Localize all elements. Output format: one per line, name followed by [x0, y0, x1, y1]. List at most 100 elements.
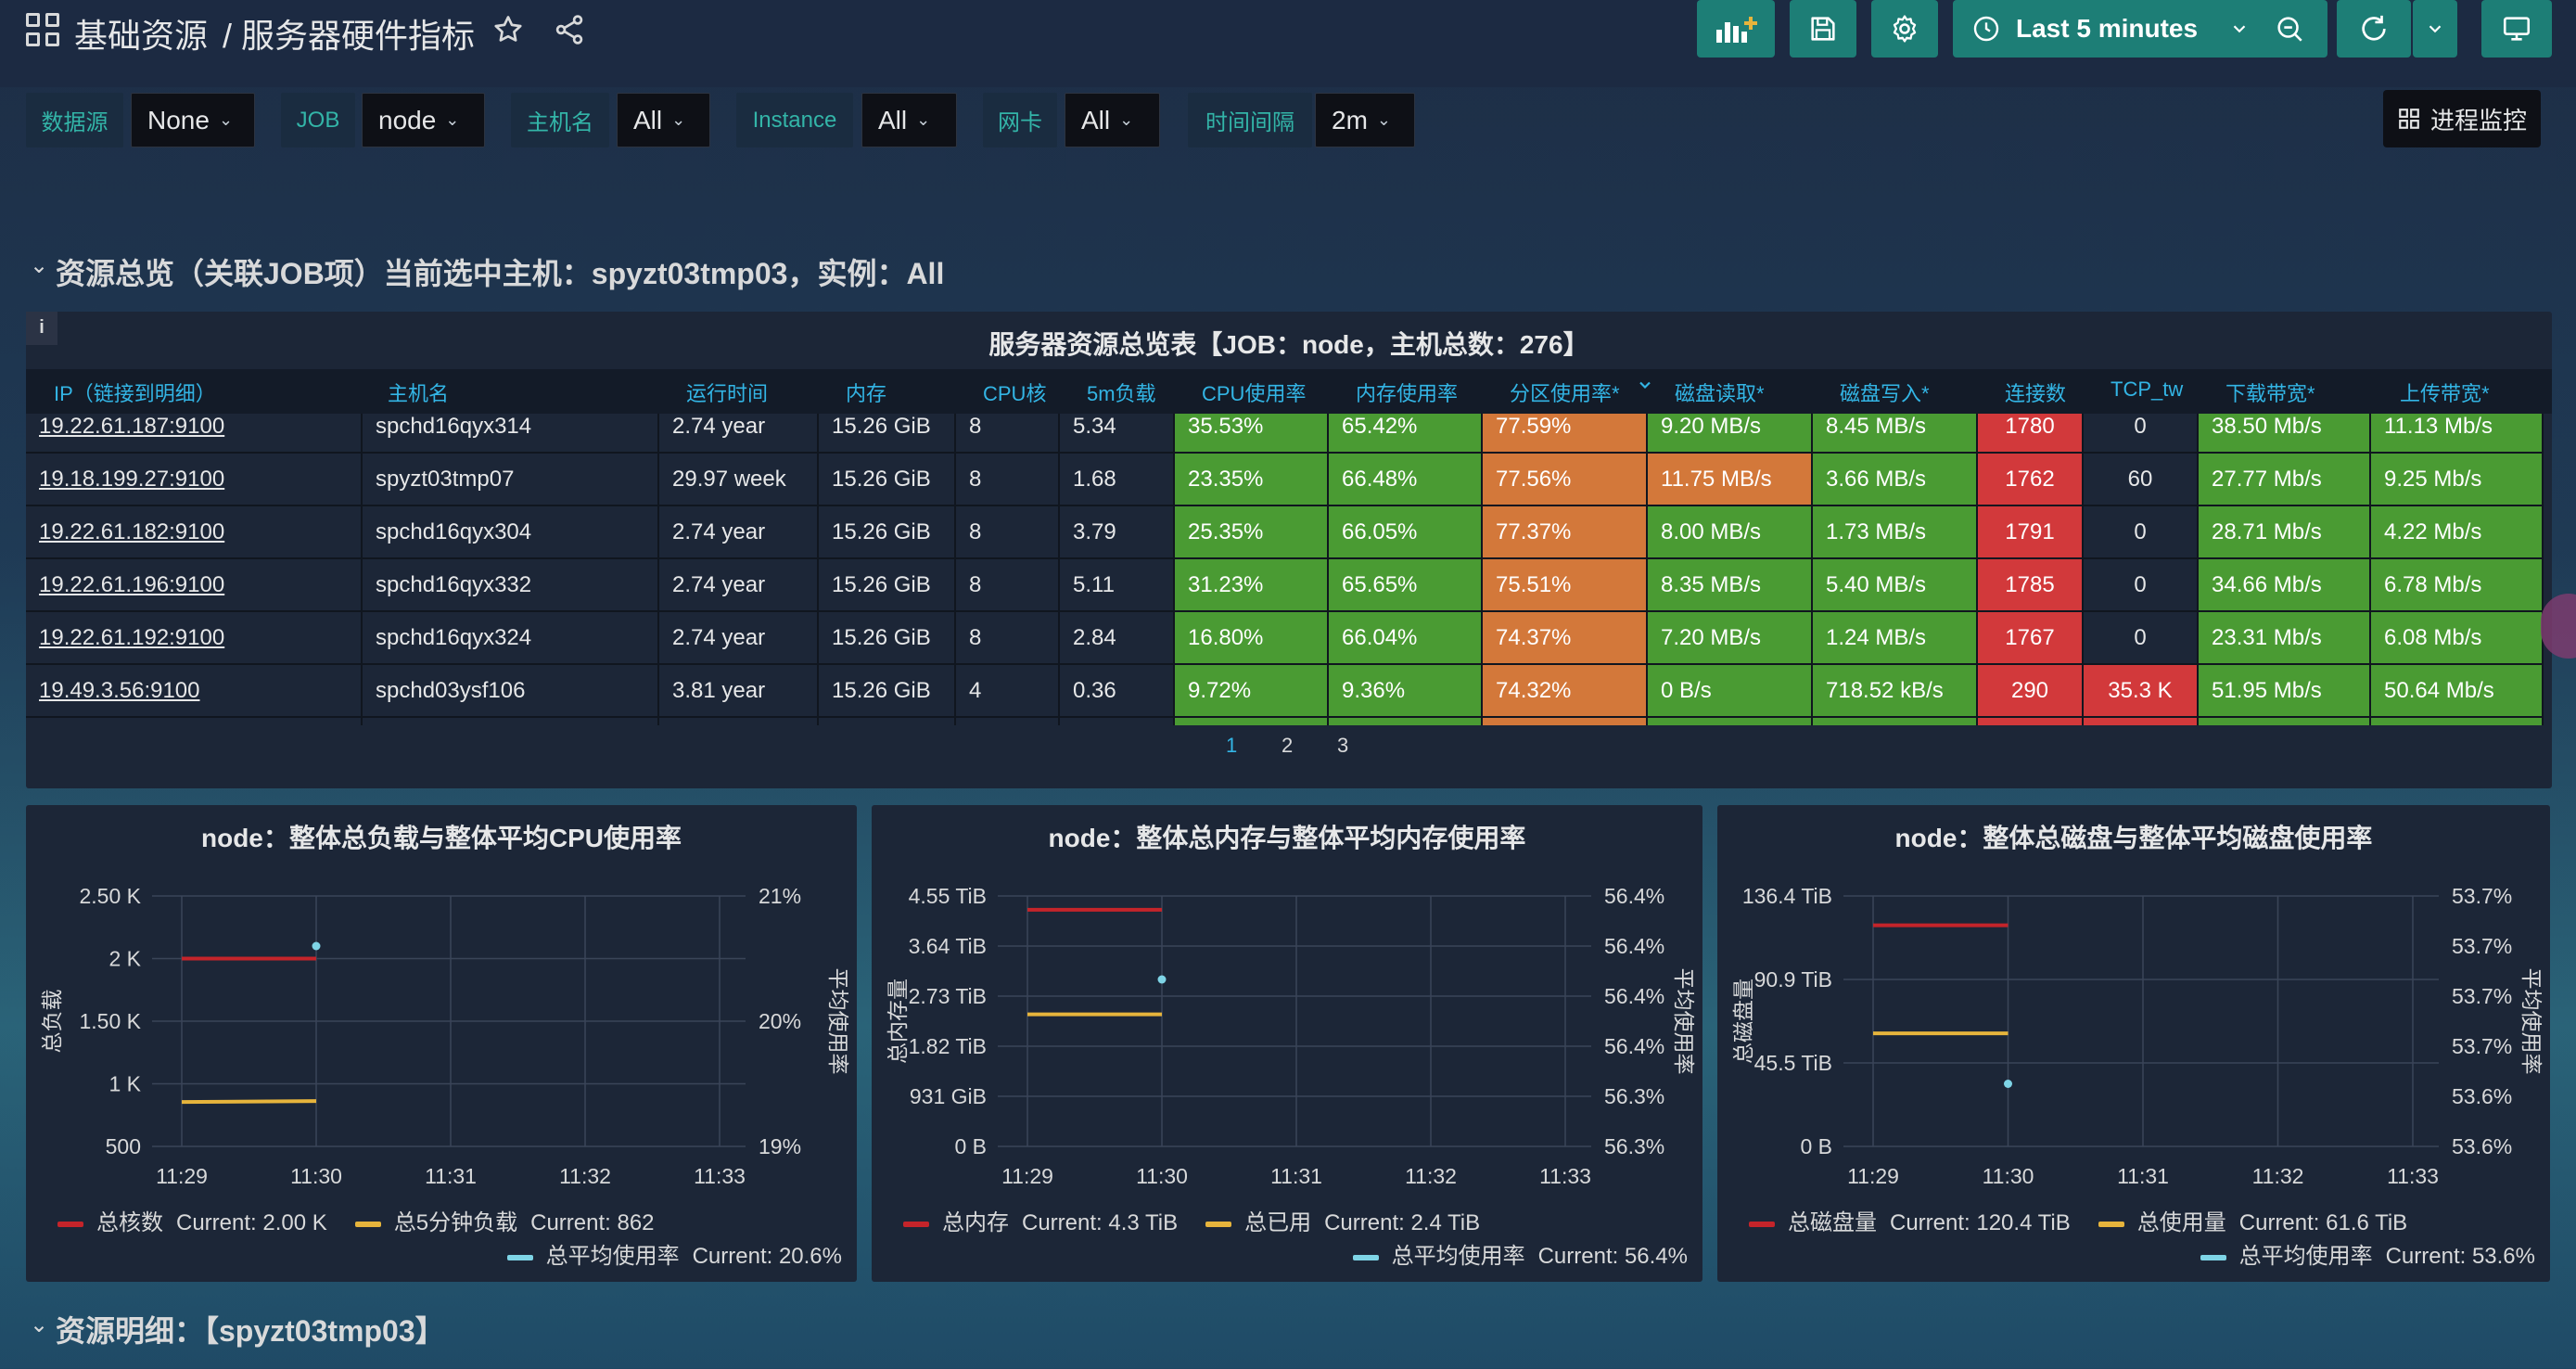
table-cell: 8.35 MB/s [1647, 558, 1813, 612]
col-header-mem-usage[interactable]: 内存使用率 [1356, 377, 1458, 407]
ip-link[interactable]: 19.18.199.27:9100 [26, 453, 363, 506]
table-cell: 15.26 GiB [818, 611, 956, 665]
y2-tick-label: 53.7% [2452, 1034, 2512, 1058]
table-cell: 0 [2083, 414, 2199, 454]
legend-swatch [1749, 1221, 1775, 1227]
col-header-disk-write[interactable]: 磁盘写入* [1840, 377, 1930, 407]
col-header-disk-read[interactable]: 磁盘读取* [1675, 377, 1765, 407]
legend-red-series[interactable]: 总内存 Current: 4.3 TiB [903, 1204, 1178, 1236]
chart-legend: 总核数 Current: 2.00 K 总5分钟负载 Current: 862 [57, 1204, 655, 1236]
table-row: 19.22.61.182:9100 spchd16qyx304 2.74 year 1… [26, 505, 2544, 559]
page-1[interactable]: 1 [1226, 734, 1237, 758]
col-header-memory[interactable]: 内存 [846, 377, 886, 407]
zoom-out-button[interactable] [2251, 0, 2327, 58]
col-header-load5[interactable]: 5m负载 [1087, 377, 1156, 407]
var-select-instance[interactable]: All ⌄ [861, 93, 957, 147]
legend-series-name: 总内存 [942, 1210, 1009, 1235]
col-header-uptime[interactable]: 运行时间 [686, 377, 768, 407]
table-cell: 9.72% [1174, 664, 1329, 718]
col-header-download[interactable]: 下载带宽* [2225, 377, 2315, 407]
col-header-partition-usage[interactable]: 分区使用率* [1510, 377, 1620, 407]
table-body-viewport[interactable]: 19.22.61.187:9100 spchd16qyx314 2.74 year 1… [26, 414, 2552, 725]
legend-red-series[interactable]: 总磁盘量 Current: 120.4 TiB [1749, 1204, 2071, 1236]
page-2[interactable]: 2 [1282, 734, 1293, 758]
var-select-interval[interactable]: 2m ⌄ [1315, 93, 1415, 147]
process-monitor-link[interactable]: 进程监控 [2383, 90, 2541, 147]
table-cell: 77.59% [1482, 414, 1648, 454]
tv-mode-button[interactable] [2481, 0, 2552, 58]
y-tick-label: 45.5 TiB [1754, 1051, 1832, 1075]
apps-grid-icon[interactable] [26, 13, 59, 46]
settings-button[interactable] [1871, 0, 1938, 58]
col-header-cpu-cores[interactable]: CPU核 [983, 377, 1046, 407]
col-header-cpu-usage[interactable]: CPU使用率 [1202, 377, 1306, 407]
page-3[interactable]: 3 [1337, 734, 1348, 758]
table-cell: 1767 [1977, 611, 2084, 665]
y2-tick-label: 20% [759, 1009, 801, 1033]
y-tick-label: 1.82 TiB [909, 1034, 987, 1058]
table-cell: 8.00 MB/s [1647, 505, 1813, 559]
var-select-nic[interactable]: All ⌄ [1065, 93, 1160, 147]
legend-current-value: Current: 61.6 TiB [2238, 1210, 2408, 1235]
y2-axis-label: 平均使用率 [1672, 968, 1696, 1075]
save-dashboard-button[interactable] [1790, 0, 1856, 58]
table-cell [2198, 717, 2371, 725]
legend-cyan-series[interactable]: 总平均使用率 Current: 20.6% [506, 1237, 842, 1270]
row-collapse-chevron-icon[interactable]: ⌄ [30, 252, 48, 279]
row-title-overview[interactable]: 资源总览（关联JOB项）当前选中主机：spyzt03tmp03，实例：All [56, 250, 944, 293]
ip-link[interactable]: 19.22.61.182:9100 [26, 505, 363, 559]
col-header-hostname[interactable]: 主机名 [388, 377, 449, 407]
table-cell: spchd16qyx324 [362, 611, 659, 665]
var-label-instance: Instance [736, 93, 853, 147]
add-panel-button[interactable] [1697, 0, 1775, 58]
refresh-interval-dropdown[interactable] [2413, 0, 2457, 58]
table-row [26, 717, 2544, 725]
ip-link[interactable]: 19.22.61.192:9100 [26, 611, 363, 665]
row-collapse-chevron-icon[interactable]: ⌄ [30, 1311, 48, 1338]
y2-axis-label: 平均使用率 [2519, 968, 2544, 1075]
var-select-datasource[interactable]: None ⌄ [131, 93, 255, 147]
legend-yellow-series[interactable]: 总使用量 Current: 61.6 TiB [2098, 1204, 2407, 1236]
legend-yellow-series[interactable]: 总已用 Current: 2.4 TiB [1205, 1204, 1480, 1236]
table-cell: 7.20 MB/s [1647, 611, 1813, 665]
col-header-tcp-tw[interactable]: TCP_tw [2111, 377, 2183, 402]
y2-tick-label: 56.4% [1604, 884, 1664, 908]
table-cell: 11.13 Mb/s [2370, 414, 2544, 454]
table-cell: 8 [955, 505, 1060, 559]
col-header-ip[interactable]: IP（链接到明细） [54, 377, 216, 407]
legend-swatch [1352, 1254, 1379, 1260]
ip-link[interactable]: 19.22.61.187:9100 [26, 414, 363, 454]
refresh-button[interactable] [2337, 0, 2411, 58]
legend-swatch [57, 1221, 83, 1227]
row-title-detail[interactable]: 资源明细：【spyzt03tmp03】 [56, 1308, 445, 1350]
table-cell: 15.26 GiB [818, 414, 956, 454]
legend-swatch [2098, 1221, 2124, 1227]
ip-link[interactable]: 19.22.61.196:9100 [26, 558, 363, 612]
time-range-picker[interactable]: Last 5 minutes [1953, 0, 2277, 58]
legend-yellow-series[interactable]: 总5分钟负载 Current: 862 [354, 1204, 655, 1236]
col-header-connections[interactable]: 连接数 [2005, 377, 2066, 407]
breadcrumb-folder[interactable]: 基础资源 [74, 9, 208, 58]
var-select-job[interactable]: node ⌄ [362, 93, 485, 147]
ip-link[interactable]: 19.49.3.56:9100 [26, 664, 363, 718]
x-tick-label: 11:33 [2387, 1164, 2439, 1188]
var-select-hostname[interactable]: All ⌄ [617, 93, 710, 147]
table-cell: 23.35% [1174, 453, 1329, 506]
y2-tick-label: 56.4% [1604, 934, 1664, 958]
legend-red-series[interactable]: 总核数 Current: 2.00 K [57, 1204, 327, 1236]
legend-cyan-series[interactable]: 总平均使用率 Current: 53.6% [2200, 1237, 2535, 1270]
y-tick-label: 1 K [108, 1072, 141, 1096]
legend-current-value: Current: 2.4 TiB [1324, 1210, 1481, 1235]
table-cell: 2.74 year [658, 414, 819, 454]
table-cell: 2.74 year [658, 611, 819, 665]
table-cell: 4 [955, 664, 1060, 718]
legend-current-value: Current: 2.00 K [176, 1210, 327, 1235]
legend-cyan-series[interactable]: 总平均使用率 Current: 56.4% [1352, 1237, 1688, 1270]
x-tick-label: 11:29 [1001, 1164, 1053, 1188]
share-icon[interactable] [553, 13, 586, 51]
legend-swatch [354, 1221, 381, 1227]
col-header-upload[interactable]: 上传带宽* [2400, 377, 2490, 407]
table-cell [1647, 717, 1813, 725]
star-icon[interactable] [491, 13, 525, 51]
y-tick-label: 0 B [954, 1134, 987, 1158]
